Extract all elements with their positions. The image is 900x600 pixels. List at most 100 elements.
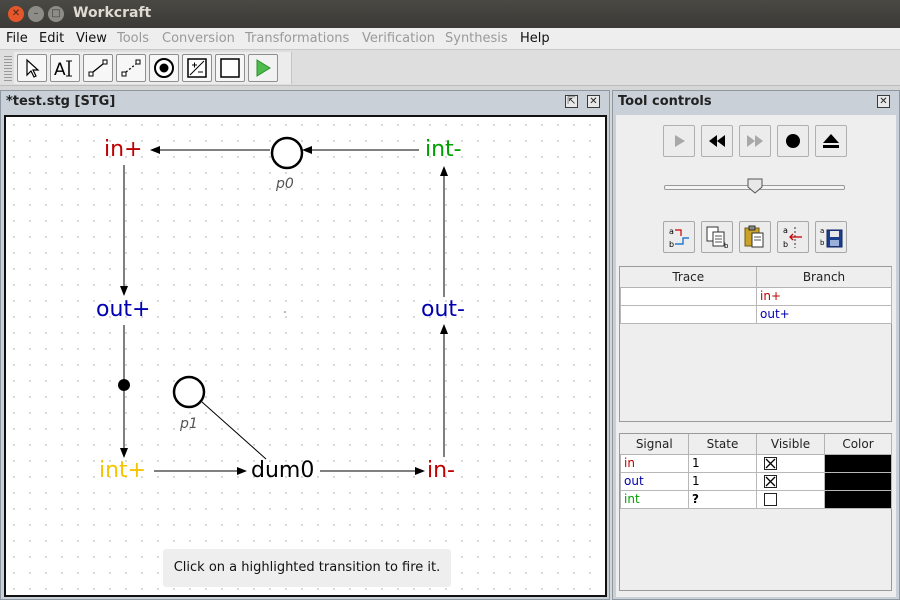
transition-out-plus[interactable]: out+ (96, 297, 150, 322)
fast-forward-button[interactable] (739, 125, 771, 157)
signal-color-cell[interactable] (824, 453, 892, 473)
canvas-origin-dot (284, 311, 286, 313)
place-p1[interactable] (172, 375, 206, 409)
signal-color-cell[interactable] (824, 471, 892, 491)
svg-text:a: a (669, 227, 674, 236)
menu-verification[interactable]: Verification (362, 31, 435, 46)
transition-tool-button[interactable] (182, 54, 212, 82)
signal-row[interactable]: out 1 (620, 471, 892, 491)
signal-visible-cell[interactable] (756, 489, 825, 509)
text-tool-button[interactable]: A (50, 54, 80, 82)
transition-dum0[interactable]: dum0 (251, 458, 314, 483)
speed-slider-thumb[interactable] (747, 178, 763, 194)
signal-row[interactable]: in 1 (620, 453, 892, 473)
menu-help[interactable]: Help (520, 31, 550, 46)
svg-text:a: a (820, 227, 824, 235)
tool-controls-panel: Tool controls ✕ ab b ab a b Trace Branch… (612, 90, 900, 600)
editor-panel: *test.stg [STG] ⇱ ✕ in+ int- out+ out- i… (0, 90, 610, 600)
signal-state-cell[interactable]: ? (688, 489, 757, 509)
connect-tool-button[interactable] (83, 54, 113, 82)
menu-tools[interactable]: Tools (117, 31, 149, 46)
window-title: Workcraft (73, 5, 152, 21)
eject-icon (823, 134, 839, 148)
trace-table-container: Trace Branch in+ out+ (619, 266, 892, 422)
transition-int-minus[interactable]: int- (425, 137, 462, 162)
simulation-tool-button[interactable] (248, 54, 278, 82)
signal-name-cell[interactable]: in (620, 453, 689, 473)
save-trace-icon: ab (820, 227, 843, 248)
svg-text:b: b (820, 239, 825, 247)
state-column-header[interactable]: State (688, 434, 757, 455)
branch-cell[interactable]: in+ (756, 286, 892, 306)
signal-table: Signal State Visible Color in 1 out 1 in… (620, 434, 892, 509)
connect-icon (88, 59, 108, 77)
menu-synthesis[interactable]: Synthesis (445, 31, 508, 46)
select-tool-button[interactable] (17, 54, 47, 82)
signal-visible-cell[interactable] (756, 471, 825, 491)
rewind-button[interactable] (701, 125, 733, 157)
minimize-window-button[interactable]: – (28, 6, 44, 22)
toolbar: A (0, 50, 900, 86)
visible-checkbox-unchecked[interactable] (764, 493, 777, 506)
close-editor-icon[interactable]: ✕ (587, 95, 600, 108)
close-tool-controls-icon[interactable]: ✕ (877, 95, 890, 108)
trace-cell[interactable] (620, 304, 757, 324)
save-trace-button[interactable]: ab (815, 221, 847, 253)
menu-transformations[interactable]: Transformations (245, 31, 349, 46)
svg-text:a: a (783, 226, 788, 235)
trace-cell[interactable] (620, 286, 757, 306)
dummy-transition-tool-button[interactable] (215, 54, 245, 82)
signal-state-cell[interactable]: 1 (688, 471, 757, 491)
split-divider[interactable] (619, 425, 892, 438)
trace-row[interactable]: in+ (620, 286, 892, 306)
branch-column-header[interactable]: Branch (756, 267, 892, 288)
signal-name-cell[interactable]: out (620, 471, 689, 491)
play-simulation-icon (256, 59, 271, 77)
record-button[interactable] (777, 125, 809, 157)
play-button[interactable] (663, 125, 695, 157)
transition-in-minus[interactable]: in- (427, 458, 455, 483)
menu-conversion[interactable]: Conversion (162, 31, 235, 46)
svg-text:b: b (783, 240, 788, 249)
maximize-editor-icon[interactable]: ⇱ (565, 95, 578, 108)
window-titlebar: ✕ – □ Workcraft (0, 0, 900, 28)
signal-state-cell[interactable]: 1 (688, 453, 757, 473)
trace-column-header[interactable]: Trace (620, 267, 757, 288)
signal-visible-cell[interactable] (756, 453, 825, 473)
copy-trace-button[interactable]: b (701, 221, 733, 253)
trace-row[interactable]: out+ (620, 304, 892, 324)
signal-column-header[interactable]: Signal (620, 434, 689, 455)
copy-trace-icon: b (706, 226, 729, 250)
paste-trace-button[interactable] (739, 221, 771, 253)
trace-to-graph-button[interactable]: ab (663, 221, 695, 253)
transition-int-plus[interactable]: int+ (99, 458, 146, 483)
place-tool-button[interactable] (149, 54, 179, 82)
check-x-icon (765, 458, 776, 469)
menu-view[interactable]: View (76, 31, 107, 46)
menu-edit[interactable]: Edit (39, 31, 64, 46)
merge-trace-button[interactable]: ab (777, 221, 809, 253)
svg-text:b: b (669, 240, 674, 249)
place-icon (154, 58, 174, 78)
select-icon (26, 58, 40, 78)
branch-cell[interactable]: out+ (756, 304, 892, 324)
visible-checkbox-checked[interactable] (764, 475, 777, 488)
merge-trace-icon: ab (783, 226, 802, 249)
close-window-button[interactable]: ✕ (8, 6, 24, 22)
place-p0[interactable] (270, 136, 304, 170)
visible-checkbox-checked[interactable] (764, 457, 777, 470)
signal-name-cell[interactable]: int (620, 489, 689, 509)
transition-in-plus[interactable]: in+ (104, 137, 143, 162)
visible-column-header[interactable]: Visible (756, 434, 825, 455)
read-arc-tool-button[interactable] (116, 54, 146, 82)
eject-button[interactable] (815, 125, 847, 157)
color-column-header[interactable]: Color (824, 434, 892, 455)
menu-file[interactable]: File (6, 31, 28, 46)
signal-row[interactable]: int ? (620, 489, 892, 509)
signal-color-cell[interactable] (824, 489, 892, 509)
stg-canvas[interactable]: in+ int- out+ out- int+ dum0 in- p0 p1 C… (4, 115, 607, 597)
transition-out-minus[interactable]: out- (421, 297, 465, 322)
maximize-window-button[interactable]: □ (48, 6, 64, 22)
toolbar-grip[interactable] (4, 56, 12, 82)
trace-to-graph-icon: ab (669, 227, 689, 249)
